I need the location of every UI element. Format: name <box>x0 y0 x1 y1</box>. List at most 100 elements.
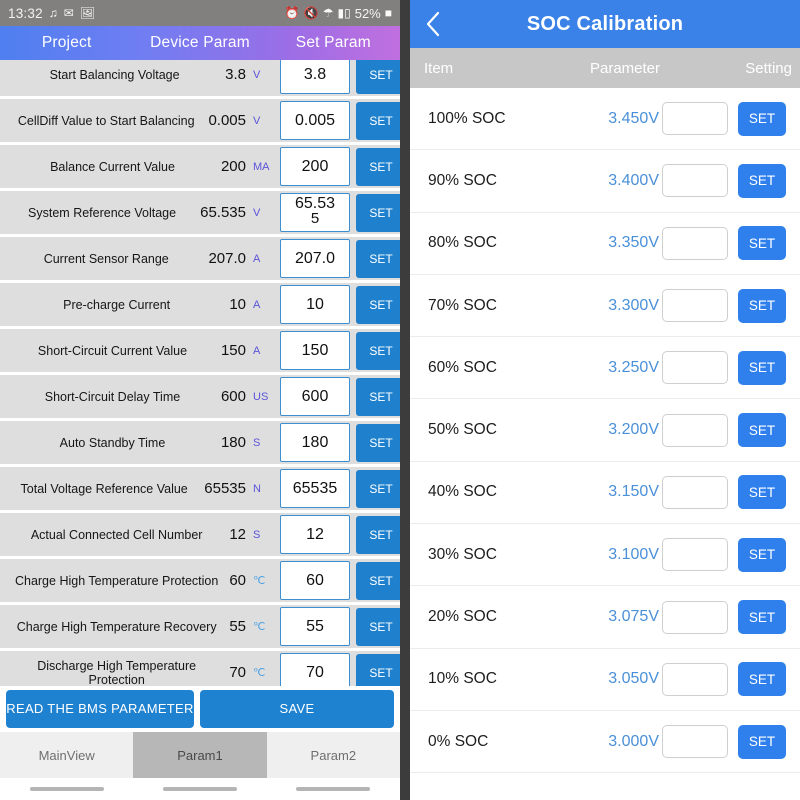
bottom-tab-param2[interactable]: Param2 <box>267 732 400 778</box>
param-row-set-button[interactable]: SET <box>356 285 400 324</box>
soc-row-value: 3.450V <box>608 109 659 127</box>
param-row-set-button[interactable]: SET <box>356 561 400 600</box>
nav-back-indicator[interactable] <box>0 787 133 791</box>
soc-row-input[interactable] <box>662 164 728 198</box>
column-header-setting: Setting <box>745 59 792 77</box>
param-row-unit: V <box>253 114 261 127</box>
soc-row: 90% SOC 3.400V SET <box>410 150 800 213</box>
tab-device-param[interactable]: Device Param <box>133 34 266 52</box>
bottom-tab-mainview[interactable]: MainView <box>0 732 133 778</box>
save-button[interactable]: SAVE <box>200 689 394 728</box>
param-row-input[interactable]: 60 <box>280 561 350 600</box>
param-row-input-text: 207.0 <box>294 250 336 267</box>
soc-row-input[interactable] <box>662 102 728 136</box>
soc-row-label: 0% SOC <box>428 732 489 750</box>
param-row-input[interactable]: 10 <box>280 285 350 324</box>
soc-row-input[interactable] <box>662 662 728 696</box>
gmail-icon: ✉ <box>63 6 74 20</box>
param-row-input[interactable]: 12 <box>280 515 350 554</box>
soc-row-input[interactable] <box>662 725 728 759</box>
param-row-label: Short-Circuit Delay Time <box>44 389 181 404</box>
param-row-set-button[interactable]: SET <box>356 101 400 140</box>
param-row-input[interactable]: 55 <box>280 607 350 646</box>
param-row-set-button[interactable]: SET <box>356 147 400 186</box>
soc-row-input[interactable] <box>662 351 728 385</box>
param-row-value: 55 <box>229 618 246 635</box>
bottom-tab-bar: MainView Param1 Param2 <box>0 732 400 778</box>
param-row-input-text: 3.8 <box>303 66 327 83</box>
soc-row-set-button[interactable]: SET <box>738 475 786 510</box>
soc-row: 10% SOC 3.050V SET <box>410 649 800 711</box>
param-row-set-button[interactable]: SET <box>356 60 400 94</box>
soc-row-set-button[interactable]: SET <box>738 724 786 759</box>
param-row-input[interactable]: 200 <box>280 147 350 186</box>
soc-row-label: 40% SOC <box>428 483 497 501</box>
param-row: System Reference Voltage 65.535 V 65.53 5 SET <box>0 190 400 235</box>
param-row-input[interactable]: 180 <box>280 423 350 462</box>
nav-recents-indicator[interactable] <box>267 787 400 791</box>
bottom-tab-param1[interactable]: Param1 <box>133 732 267 778</box>
param-row-input[interactable]: 65.53 5 <box>280 193 350 232</box>
soc-row-set-button[interactable]: SET <box>738 350 786 385</box>
param-row-input[interactable]: 600 <box>280 377 350 416</box>
soc-row-set-button[interactable]: SET <box>738 101 786 136</box>
soc-row-set-button[interactable]: SET <box>738 163 786 198</box>
param-row-value: 3.8 <box>225 66 246 83</box>
soc-row-label: 80% SOC <box>428 234 497 252</box>
soc-row-set-button[interactable]: SET <box>738 226 786 261</box>
param-row-set-button[interactable]: SET <box>356 377 400 416</box>
param-row-input[interactable]: 65535 <box>280 469 350 508</box>
param-row: Current Sensor Range 207.0 A 207.0 SET <box>0 236 400 281</box>
back-button[interactable] <box>410 0 456 48</box>
page-title: SOC Calibration <box>526 12 684 35</box>
param-row-input[interactable]: 3.8 <box>280 60 350 94</box>
soc-row-input[interactable] <box>662 226 728 260</box>
param-row-value: 207.0 <box>208 250 246 267</box>
soc-row-set-button[interactable]: SET <box>738 537 786 572</box>
param-row-unit: A <box>253 252 261 265</box>
soc-row-set-button[interactable]: SET <box>738 600 786 635</box>
param-row-input[interactable]: 70 <box>280 653 350 686</box>
param-row-label: Current Sensor Range <box>43 251 169 266</box>
soc-list[interactable]: 100% SOC 3.450V SET 90% SOC 3.400V SET 80% SOC… <box>410 88 800 800</box>
soc-row-input[interactable] <box>662 413 728 447</box>
param-row-input-text-overflow: 5 <box>310 210 320 227</box>
param-list[interactable]: Start Balancing Voltage 3.8 V 3.8 SET CellDif… <box>0 60 400 686</box>
soc-row-input[interactable] <box>662 475 728 509</box>
param-row-set-button[interactable]: SET <box>356 331 400 370</box>
param-row-input[interactable]: 150 <box>280 331 350 370</box>
param-row-input[interactable]: 0.005 <box>280 101 350 140</box>
soc-row-value: 3.350V <box>608 234 659 252</box>
tab-project[interactable]: Project <box>0 34 133 52</box>
soc-row-input[interactable] <box>662 289 728 323</box>
nav-home-indicator[interactable] <box>133 787 266 791</box>
param-row-input-text: 55 <box>306 618 324 635</box>
soc-row-label: 100% SOC <box>428 109 506 127</box>
read-bms-parameter-button[interactable]: READ THE BMS PARAMETER <box>6 689 194 728</box>
tab-set-param[interactable]: Set Param <box>267 34 400 52</box>
soc-row-input[interactable] <box>662 538 728 572</box>
soc-row: 100% SOC 3.450V SET <box>410 88 800 151</box>
set-param-screen: 13:32 ♫ ✉ 🖼 ⏰ 🔇 ☂ ▮▯ 52% ■ Project Devic… <box>0 0 400 800</box>
param-row-unit: A <box>253 298 261 311</box>
soc-row-input[interactable] <box>662 600 728 634</box>
soc-row: 0% SOC 3.000V SET <box>410 711 800 774</box>
param-row-set-button[interactable]: SET <box>356 469 400 508</box>
param-row-set-button[interactable]: SET <box>356 239 400 278</box>
param-row-unit: US <box>253 390 269 403</box>
param-row-set-button[interactable]: SET <box>356 423 400 462</box>
soc-row-set-button[interactable]: SET <box>738 288 786 323</box>
param-row-label: Actual Connected Cell Number <box>30 527 203 542</box>
param-row-set-button[interactable]: SET <box>356 193 400 232</box>
top-tab-bar: Project Device Param Set Param <box>0 26 400 60</box>
battery-percent: 52% <box>354 5 381 21</box>
soc-row-label: 50% SOC <box>428 421 497 439</box>
param-row-set-button[interactable]: SET <box>356 515 400 554</box>
param-row-set-button[interactable]: SET <box>356 607 400 646</box>
param-row-set-button[interactable]: SET <box>356 653 400 686</box>
soc-row-set-button[interactable]: SET <box>738 662 786 697</box>
bluetooth-audio-icon: ♫ <box>48 6 58 20</box>
soc-row-set-button[interactable]: SET <box>738 413 786 448</box>
param-row-input[interactable]: 207.0 <box>280 239 350 278</box>
param-row-input-text: 0.005 <box>294 112 336 129</box>
